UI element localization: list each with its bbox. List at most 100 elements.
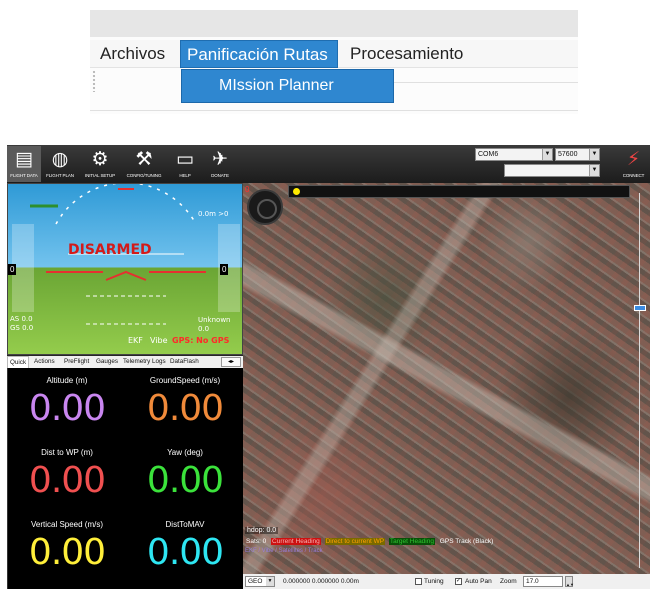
flight-plan-button[interactable]: ◍ FLIGHT PLAN [43,146,77,182]
autopan-checkbox[interactable]: ✓ [455,578,462,585]
autopan-label: Auto Pan [465,578,492,585]
tab-preflight[interactable]: PreFlight [62,356,91,368]
baud-value: 57600 [558,151,578,158]
quick-value: 0.00 [146,388,224,429]
menu-item-procesamiento[interactable]: Procesamiento [344,40,469,68]
globe-icon: ◍ [51,148,69,170]
zoom-slider-thumb[interactable] [634,305,646,311]
zoom-slider[interactable] [630,193,650,568]
title-strip [90,10,578,37]
wrench-icon: ⚒ [135,148,153,170]
quick-value: 0.00 [28,388,106,429]
map-footnote: EKF / Vibe / Satellites / Track [245,548,323,554]
projection-select[interactable]: GEO ▼ [245,576,275,587]
main-toolbar: ▤ FLIGHT DATA ◍ FLIGHT PLAN ⚙ INITIAL SE… [7,145,650,183]
legend-target-heading: Target Heading [388,538,435,545]
coordinates-readout: 0.000000 0.000000 0.00m [283,578,359,585]
quick-value: 0.00 [146,532,224,573]
chevron-down-icon: ▼ [266,577,274,586]
menu-item-planificacion-rutas[interactable]: Panificación Rutas [180,40,338,68]
legend-direct-wp: Direct to current WP [324,538,386,545]
initial-setup-label: INITIAL SETUP [84,173,116,178]
port-select[interactable]: COM6 ▼ [475,148,553,161]
quick-panel: Altitude (m) 0.00 GroundSpeed (m/s) 0.00… [7,368,243,589]
baud-select[interactable]: 57600 ▼ [555,148,600,161]
chevron-down-icon: ▼ [542,149,552,160]
tab-gauges[interactable]: Gauges [94,356,120,368]
quick-vertical-speed[interactable]: Vertical Speed (m/s) 0.00 [8,512,126,584]
flight-data-label: FLIGHT DATA [10,173,38,178]
flight-plan-label: FLIGHT PLAN [46,173,74,178]
groundspeed-text: GS 0.0 [10,324,34,332]
quick-altitude[interactable]: Altitude (m) 0.00 [8,368,126,440]
quick-dist-to-mav[interactable]: DistToMAV 0.00 [126,512,244,584]
connect-button[interactable]: ⚡ CONNECT [617,146,650,182]
map-statusbar: GEO ▼ 0.000000 0.000000 0.00m Tuning ✓ A… [243,574,650,589]
airspeed-text: AS 0.0 [10,315,33,323]
quick-value: 0.00 [28,532,106,573]
tab-quick[interactable]: Quick [7,356,30,368]
connect-plug-icon: ⚡ [626,148,641,170]
quick-label: Yaw (deg) [167,448,203,457]
progress-marker-icon [293,188,300,195]
quick-label: DistToMAV [165,520,205,529]
menu-bar: Archivos Panificación Rutas Procesamient… [90,40,578,68]
help-label: HELP [179,173,191,178]
port-value: COM6 [478,151,499,158]
setup-icon: ⚙ [91,148,109,170]
hud: 0 0 DISARMED 0.0m >0 AS 0.0 GS 0.0 Unkno… [7,183,243,355]
tuning-checkbox[interactable] [415,578,422,585]
vibe-status[interactable]: Vibe [150,336,168,345]
quick-label: GroundSpeed (m/s) [149,376,221,385]
donate-label: DONATE [211,173,229,178]
quick-value: 0.00 [28,460,106,501]
tab-strip: Quick Actions PreFlight Gauges Telemetry… [7,356,243,368]
tab-scroll-arrows[interactable]: ◂▸ [221,357,241,367]
tab-telemetry-logs[interactable]: Telemetry Logs [121,356,168,368]
quick-yaw[interactable]: Yaw (deg) 0.00 [126,440,244,512]
divider [394,82,578,83]
connect-label: CONNECT [622,173,645,178]
hdop-text: hdop: 0.0 [245,527,279,534]
speed-readout: 0 [8,264,17,275]
quick-label: Altitude (m) [46,376,88,385]
zoom-spinner[interactable]: ▲▼ [565,576,574,587]
dropdown-item-mission-planner[interactable]: MIssion Planner [181,69,394,103]
donate-icon: ✈ [212,148,228,170]
config-tuning-button[interactable]: ⚒ CONFIG/TUNING [124,146,164,182]
tab-actions[interactable]: Actions [32,356,57,368]
donate-button[interactable]: ✈ DONATE [203,146,237,182]
legend-gps-track: GPS Track (Black) [439,538,494,545]
arm-status: DISARMED [68,242,152,258]
projection-value: GEO [248,578,263,585]
chevron-down-icon: ▼ [589,149,599,160]
flight-data-button[interactable]: ▤ FLIGHT DATA [7,146,41,182]
help-monitor-icon: ▭ [176,148,194,170]
map-top-value: 0 [245,185,250,194]
map-progress-strip [288,185,630,198]
satellite-map[interactable]: 0 hdop: 0.0 Sats: 0 Current Heading Dire… [243,183,650,574]
menu-window: Archivos Panificación Rutas Procesamient… [90,10,578,114]
legend-sats: Sats: 0 [246,538,267,545]
quick-groundspeed[interactable]: GroundSpeed (m/s) 0.00 [126,368,244,440]
mission-planner-window: ▤ FLIGHT DATA ◍ FLIGHT PLAN ⚙ INITIAL SE… [7,145,650,589]
flight-mode: Unknown [198,316,231,324]
zoom-label: Zoom [500,578,517,585]
tab-dataflash[interactable]: DataFlash [168,356,201,368]
divider [90,110,578,111]
initial-setup-button[interactable]: ⚙ INITIAL SETUP [80,146,120,182]
tuning-label: Tuning [424,578,444,585]
zoom-slider-track [639,193,640,568]
ekf-status[interactable]: EKF [128,336,143,345]
legend-current-heading: Current Heading [271,538,321,545]
quick-dist-to-wp[interactable]: Dist to WP (m) 0.00 [8,440,126,512]
flight-data-icon: ▤ [15,148,33,170]
quick-label: Vertical Speed (m/s) [30,520,104,529]
menu-item-archivos[interactable]: Archivos [94,40,171,68]
help-button[interactable]: ▭ HELP [168,146,202,182]
zoom-input[interactable]: 17.0 [523,576,563,587]
profile-select[interactable]: ▼ [504,164,600,177]
compass-icon [247,189,283,225]
flight-mode-value: 0.0 [198,325,210,333]
quick-value: 0.00 [146,460,224,501]
